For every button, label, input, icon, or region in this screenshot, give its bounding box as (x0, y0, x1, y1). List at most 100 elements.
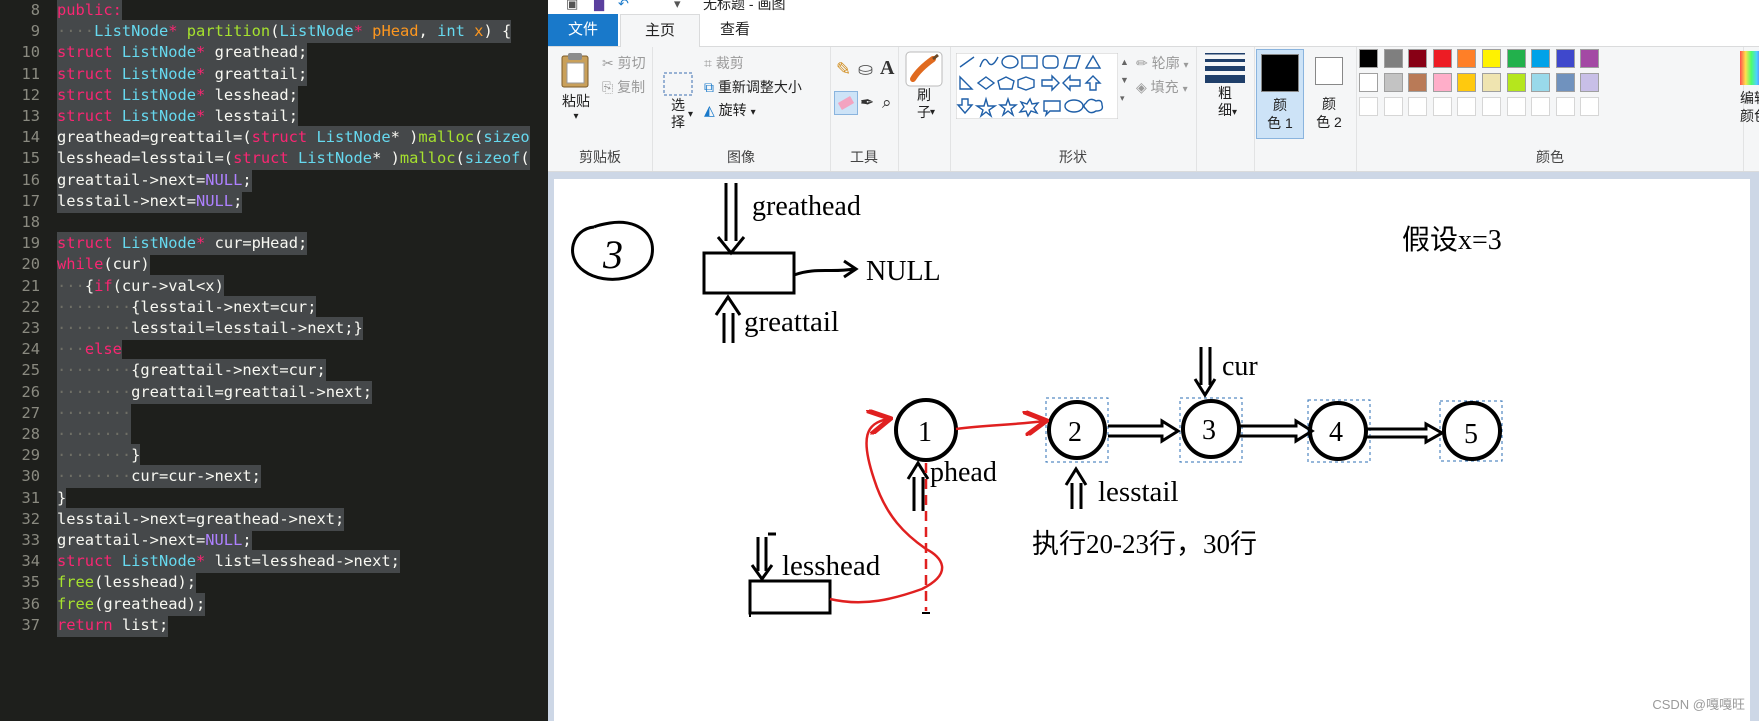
fill-bucket-icon[interactable]: ⛀ (858, 59, 873, 80)
custom-color-slot[interactable] (1555, 97, 1575, 116)
quick-access-dropdown-icon[interactable]: ▾ (674, 0, 681, 12)
code-line[interactable]: 11 struct ListNode* greattail; (0, 62, 548, 86)
code-line[interactable]: 13 struct ListNode* lesstail; (0, 105, 548, 128)
edit-colors-button[interactable]: 编辑 颜色 (1740, 51, 1759, 125)
paste-dropdown-icon[interactable]: ▾ (556, 111, 596, 122)
crop-button[interactable]: ⌗ 裁剪 (704, 53, 744, 73)
rotate-dropdown-icon[interactable]: ▾ (751, 107, 756, 118)
code-line[interactable]: 9 ····ListNode* partition(ListNode* pHead… (0, 20, 548, 44)
code-line[interactable]: 26 ········greattail=greattail->next; (0, 380, 548, 404)
color-swatch[interactable] (1580, 73, 1600, 92)
resize-button[interactable]: ⧉ 重新调整大小 (704, 77, 802, 97)
color-swatch[interactable] (1383, 49, 1403, 68)
code-line[interactable]: 25 ········{greattail->next=cur; (0, 359, 548, 383)
rotate-button[interactable]: ◭ 旋转 ▾ (704, 100, 756, 120)
code-line[interactable]: 37 return list; (0, 613, 548, 637)
code-line[interactable]: 10 struct ListNode* greathead; (0, 41, 548, 65)
size-button[interactable]: 粗 细 ▾ (1204, 51, 1246, 119)
color-swatch[interactable] (1555, 73, 1575, 92)
code-editor[interactable]: 8 public: 9 ····ListNode* partition(ListNod… (0, 0, 548, 721)
color-swatch[interactable] (1506, 49, 1526, 68)
code-line[interactable]: 24 ···else (0, 338, 548, 362)
color-swatch[interactable] (1555, 49, 1575, 68)
code-line[interactable]: 14 greathead=greattail=(struct ListNode* … (0, 126, 548, 150)
copy-button[interactable]: ⎘ 复制 (602, 77, 645, 97)
custom-color-slot[interactable] (1432, 97, 1452, 116)
size-dropdown-icon[interactable]: ▾ (1232, 107, 1237, 118)
code-line[interactable]: 34 struct ListNode* list=lesshead->next; (0, 550, 548, 574)
code-line[interactable]: 35 free(lesshead); (0, 571, 548, 595)
color-swatch[interactable] (1482, 49, 1501, 68)
save-icon[interactable]: ▆ (594, 0, 604, 12)
custom-color-slot[interactable] (1506, 97, 1526, 116)
code-line[interactable]: 21 ···{if(cur->val<x) (0, 274, 548, 298)
color-swatch[interactable] (1531, 73, 1551, 92)
color-swatch[interactable] (1359, 73, 1378, 92)
shapes-group-label: 形状 (1059, 149, 1087, 165)
text-tool-icon[interactable]: A (880, 57, 894, 80)
tab-file[interactable]: 文件 (548, 14, 618, 46)
custom-color-slot[interactable] (1580, 97, 1600, 116)
code-line[interactable]: 18 (0, 211, 548, 234)
tab-view[interactable]: 查看 (700, 14, 770, 46)
color-swatch[interactable] (1482, 73, 1501, 92)
line-number: 8 (30, 1, 40, 19)
code-line[interactable]: 31} (0, 486, 548, 510)
magnifier-icon[interactable]: ⌕ (882, 93, 892, 113)
code-line[interactable]: 8 public: (0, 0, 548, 22)
code-line[interactable]: 15 lesshead=lesstail=(struct ListNode* )m… (0, 147, 548, 171)
custom-color-slot[interactable] (1482, 97, 1501, 116)
code-line[interactable]: 27 ········ (0, 401, 548, 425)
custom-color-slot[interactable] (1359, 97, 1378, 116)
color-swatch[interactable] (1408, 73, 1428, 92)
code-line[interactable]: 33 greattail->next=NULL; (0, 529, 548, 552)
code-line[interactable]: 20 while(cur) (0, 253, 548, 277)
brushes-button[interactable]: 刷 子 ▾ (904, 51, 944, 121)
color-picker-icon[interactable]: ✒ (860, 93, 874, 113)
eraser-icon[interactable] (834, 91, 858, 115)
code-line[interactable]: 28 ········ (0, 423, 548, 446)
custom-color-slot[interactable] (1408, 97, 1428, 116)
shape-scroll[interactable]: ▲ ▼ ▾ (1120, 53, 1129, 107)
shape-gallery[interactable] (956, 53, 1118, 119)
color-swatch[interactable] (1432, 73, 1452, 92)
color-swatch[interactable] (1506, 73, 1526, 92)
color-swatch[interactable] (1580, 49, 1600, 68)
code-line[interactable]: 30 ········cur=cur->next; (0, 465, 548, 489)
color-swatch[interactable] (1432, 49, 1452, 68)
code-line[interactable]: 32 lesstail->next=greathead->next; (0, 507, 548, 531)
custom-color-slot[interactable] (1457, 97, 1477, 116)
code-text: ········cur=cur->next; (57, 465, 261, 489)
color-swatch[interactable] (1359, 49, 1378, 68)
code-line[interactable]: 23 ········lesstail=lesstail->next;} (0, 317, 548, 340)
color1-button[interactable]: 颜 色 1 (1256, 49, 1304, 139)
code-line[interactable]: 22 ········{lesstail->next=cur; (0, 295, 548, 319)
color-swatch[interactable] (1457, 49, 1477, 68)
code-line[interactable]: 36 free(greathead); (0, 592, 548, 616)
select-dropdown-icon[interactable]: ▾ (688, 109, 693, 120)
code-line[interactable]: 16 greattail->next=NULL; (0, 168, 548, 192)
drawing-canvas[interactable]: 3 greathead NULL greattail 假设x=3 cur 1 2… (554, 179, 1750, 721)
color-swatch[interactable] (1531, 49, 1551, 68)
code-line[interactable]: 29 ········} (0, 444, 548, 468)
custom-color-slot[interactable] (1531, 97, 1551, 116)
cut-button[interactable]: ✂ 剪切 (602, 53, 646, 73)
paste-button[interactable]: 粘贴 ▾ (556, 51, 596, 122)
app-icon: ▣ (566, 0, 579, 11)
tab-home[interactable]: 主页 (620, 14, 700, 48)
color2-button[interactable]: 颜 色 2 (1306, 49, 1352, 137)
line-number: 18 (21, 213, 40, 231)
custom-color-slot[interactable] (1383, 97, 1403, 116)
code-line[interactable]: 12 struct ListNode* lesshead; (0, 83, 548, 107)
brushes-dropdown-icon[interactable]: ▾ (930, 107, 935, 118)
outline-button[interactable]: ✏ 轮廓 ▾ (1136, 53, 1189, 73)
code-line[interactable]: 19 struct ListNode* cur=pHead; (0, 232, 548, 256)
color-swatch[interactable] (1457, 73, 1477, 92)
color-swatch[interactable] (1408, 49, 1428, 68)
pencil-icon[interactable]: ✎ (836, 59, 851, 80)
code-text: struct ListNode* list=lesshead->next; (57, 550, 400, 574)
code-line[interactable]: 17 lesstail->next=NULL; (0, 189, 548, 213)
fill-button[interactable]: ◈ 填充 ▾ (1136, 77, 1188, 97)
undo-icon[interactable]: ↶ (618, 0, 629, 12)
color-swatch[interactable] (1383, 73, 1403, 92)
